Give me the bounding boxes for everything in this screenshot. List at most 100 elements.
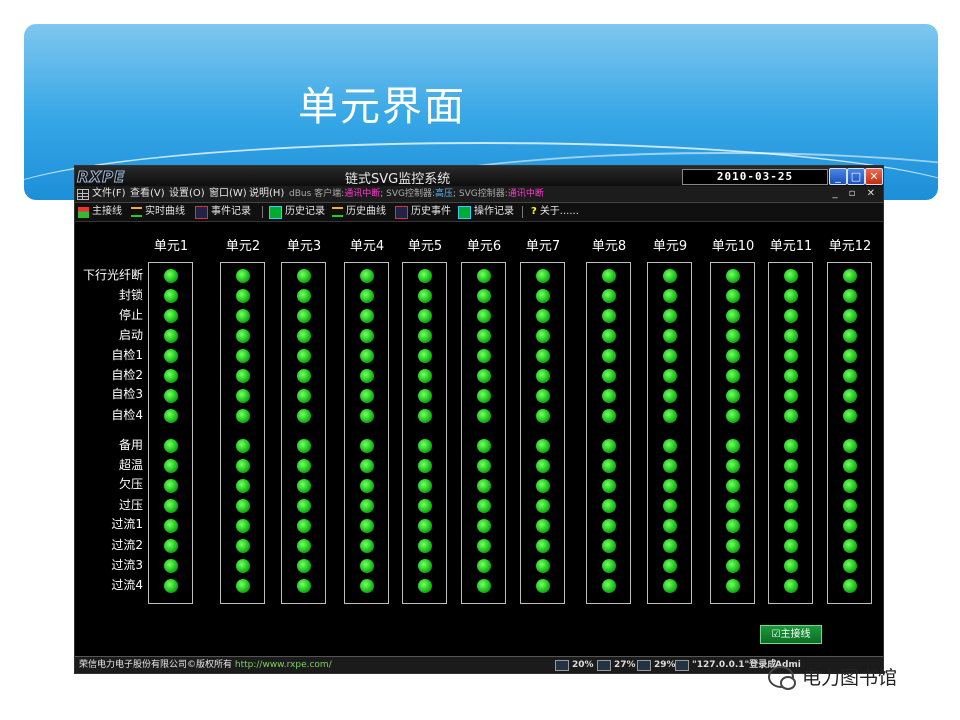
status-row-label: 自检1 [111, 348, 143, 362]
menu-settings[interactable]: 设置(O) [169, 186, 205, 202]
status-led [236, 579, 250, 593]
toolbar: 主接线 实时曲线 事件记录 历史记录 历史曲线 历史事件 操作记录 ? 关于..… [75, 203, 883, 222]
close-button[interactable]: ✕ [865, 168, 883, 185]
status-led [536, 329, 550, 343]
rxpe-logo: RXPE [76, 168, 126, 187]
status-led [602, 329, 616, 343]
status-led [418, 499, 432, 513]
status-row-label: 停止 [118, 308, 143, 322]
toolbar-operation-log[interactable]: 操作记录 [458, 203, 514, 221]
operation-log-icon [458, 205, 471, 219]
toolbar-event-log[interactable]: 事件记录 [195, 203, 251, 221]
status-led [726, 579, 740, 593]
status-led [360, 579, 374, 593]
menu-view[interactable]: 查看(V) [130, 186, 165, 202]
status-led [477, 309, 491, 323]
status-led [477, 459, 491, 473]
status-led [843, 269, 857, 283]
minimize-button[interactable]: _ [829, 168, 847, 185]
status-led [418, 389, 432, 403]
status-led [477, 369, 491, 383]
toolbar-label: 关于...... [539, 206, 579, 217]
connection-status: dBus 客户端:通讯中断; SVG控制器:高压; SVG控制器:通讯中断 [289, 189, 544, 199]
status-led [477, 409, 491, 423]
dbus-status: 通讯中断 [344, 189, 381, 199]
menu-grid-icon[interactable] [77, 189, 89, 200]
status-led [663, 329, 677, 343]
status-led [602, 389, 616, 403]
app-window: RXPE 链式SVG监控系统 2010-03-25 17:34:41 _ □ ✕… [74, 165, 884, 674]
status-led [663, 289, 677, 303]
status-led [663, 499, 677, 513]
status-led [297, 309, 311, 323]
status-led [663, 459, 677, 473]
status-led [602, 479, 616, 493]
status-led [360, 559, 374, 573]
status-led [536, 559, 550, 573]
status-led [663, 519, 677, 533]
status-led [843, 499, 857, 513]
status-led [164, 519, 178, 533]
status-led [536, 409, 550, 423]
status-led [477, 349, 491, 363]
status-led [536, 459, 550, 473]
menu-help[interactable]: 说明(H) [249, 186, 284, 202]
status-led [360, 389, 374, 403]
status-led [477, 519, 491, 533]
main-wiring-icon [78, 206, 89, 218]
menu-bar: 文件(F) 查看(V) 设置(O) 窗口(W) 说明(H) dBus 客户端:通… [75, 186, 883, 203]
svg-status: 高压 [435, 189, 454, 199]
status-led [663, 479, 677, 493]
status-led [477, 479, 491, 493]
status-led [297, 269, 311, 283]
status-led [418, 329, 432, 343]
menu-file[interactable]: 文件(F) [92, 186, 126, 202]
unit-header: 单元10 [711, 239, 755, 254]
status-led [236, 309, 250, 323]
status-led [477, 289, 491, 303]
toolbar-history-curve[interactable]: 历史曲线 [332, 203, 386, 221]
toolbar-main-wiring[interactable]: 主接线 [78, 203, 122, 221]
status-led [726, 269, 740, 283]
status-led [418, 409, 432, 423]
toolbar-history-record[interactable]: 历史记录 [269, 203, 325, 221]
status-led [726, 289, 740, 303]
mdi-window-controls[interactable]: _ ▫ ✕ [832, 186, 879, 202]
status-led [164, 499, 178, 513]
main-wiring-button[interactable]: ☑主接线 [760, 625, 822, 644]
status-led [784, 289, 798, 303]
status-led [418, 479, 432, 493]
toolbar-about[interactable]: ? 关于...... [531, 203, 579, 221]
slide-title: 单元界面 [298, 84, 466, 130]
status-led [164, 389, 178, 403]
status-led [360, 309, 374, 323]
status-led [360, 269, 374, 283]
toolbar-history-event[interactable]: 历史事件 [395, 203, 451, 221]
status-led [843, 479, 857, 493]
status-led [236, 389, 250, 403]
status-led [726, 559, 740, 573]
status-led [477, 389, 491, 403]
status-led [843, 539, 857, 553]
maximize-button[interactable]: □ [847, 168, 865, 185]
status-led [236, 329, 250, 343]
status-led [843, 369, 857, 383]
toolbar-realtime-curve[interactable]: 实时曲线 [131, 203, 185, 221]
status-led [843, 559, 857, 573]
menu-window[interactable]: 窗口(W) [209, 186, 247, 202]
toolbar-label: 实时曲线 [145, 206, 185, 217]
status-led [297, 479, 311, 493]
status-led [297, 459, 311, 473]
status-led [843, 309, 857, 323]
status-led [236, 409, 250, 423]
status-led [536, 369, 550, 383]
status-row-label: 过流2 [111, 538, 143, 552]
unit-header: 单元2 [225, 239, 261, 254]
status-led [477, 559, 491, 573]
status-led [663, 439, 677, 453]
status-led [164, 369, 178, 383]
status-led [536, 439, 550, 453]
company-url[interactable]: http://www.rxpe.com/ [235, 660, 332, 670]
status-led [784, 539, 798, 553]
main-wiring-label: 主接线 [780, 629, 811, 640]
